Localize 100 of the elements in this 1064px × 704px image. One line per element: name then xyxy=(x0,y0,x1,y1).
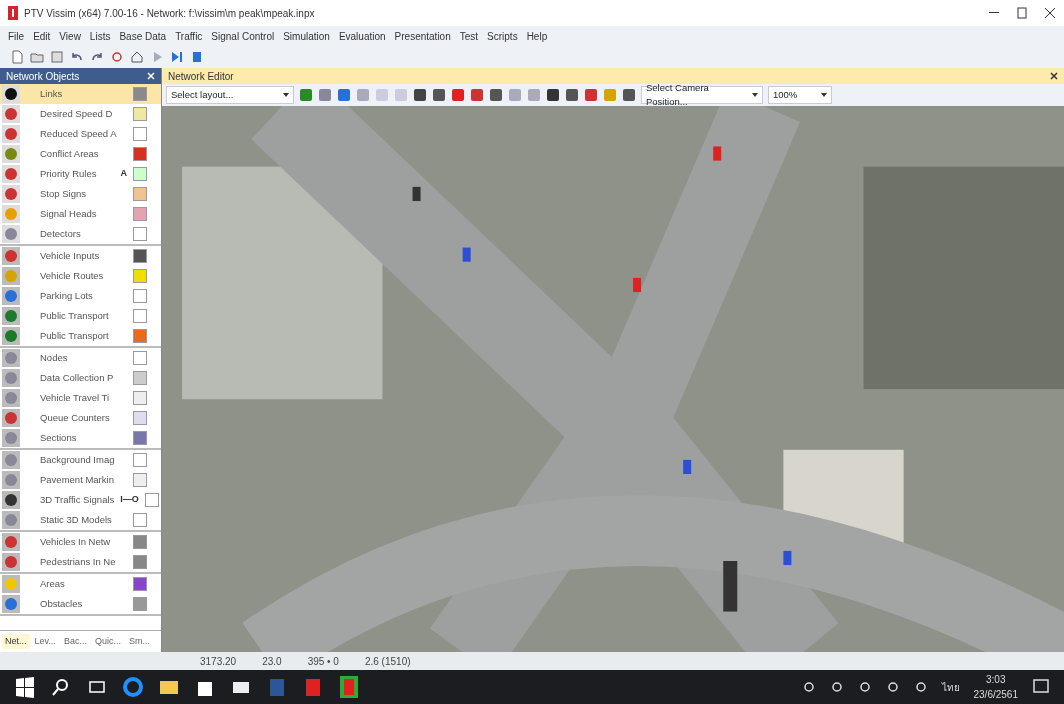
menu-item[interactable]: View xyxy=(59,28,81,44)
tool-icon[interactable] xyxy=(413,88,427,102)
browser-icon[interactable] xyxy=(122,676,144,698)
panel-tab[interactable]: Quic... xyxy=(91,633,124,650)
color-swatch[interactable] xyxy=(133,249,147,263)
object-list-item[interactable]: Parking Lots xyxy=(0,286,161,306)
object-list-item[interactable]: Pedestrians In Ne xyxy=(0,552,161,572)
object-list-item[interactable]: Areas xyxy=(0,574,161,594)
object-type-icon xyxy=(2,145,20,163)
object-list-item[interactable]: Static 3D Models xyxy=(0,510,161,530)
panel-tab[interactable]: Lev... xyxy=(31,633,59,650)
home-icon[interactable] xyxy=(130,50,144,64)
color-swatch[interactable] xyxy=(133,269,147,283)
save-icon[interactable] xyxy=(50,50,64,64)
menu-item[interactable]: Help xyxy=(526,28,548,44)
color-swatch[interactable] xyxy=(133,167,147,181)
color-swatch[interactable] xyxy=(133,309,147,323)
color-swatch[interactable] xyxy=(133,87,147,101)
color-swatch[interactable] xyxy=(144,493,159,507)
color-swatch[interactable] xyxy=(133,391,147,405)
menu-item[interactable]: Signal Control xyxy=(211,28,275,44)
clock-date[interactable]: 23/6/2561 xyxy=(973,687,1018,702)
object-list-item[interactable]: Links xyxy=(0,84,161,104)
color-swatch[interactable] xyxy=(133,513,147,527)
tool-icon[interactable] xyxy=(432,88,446,102)
color-swatch[interactable] xyxy=(133,453,147,467)
caret-icon xyxy=(283,93,289,97)
zoom-select[interactable]: 100% xyxy=(768,86,832,104)
close-icon[interactable] xyxy=(1050,72,1058,80)
menu-item[interactable]: Scripts xyxy=(487,28,518,44)
object-list-item[interactable]: Nodes xyxy=(0,348,161,368)
object-list-item[interactable]: Pavement Markin xyxy=(0,470,161,490)
color-swatch[interactable] xyxy=(133,329,147,343)
menu-item[interactable]: Test xyxy=(459,28,479,44)
object-list-item[interactable]: Vehicles In Netw xyxy=(0,532,161,552)
color-swatch[interactable] xyxy=(133,597,147,611)
object-list-item[interactable]: Desired Speed D xyxy=(0,104,161,124)
object-list-item[interactable]: Public Transport xyxy=(0,306,161,326)
close-icon[interactable] xyxy=(1044,7,1056,19)
object-list-item[interactable]: Obstacles xyxy=(0,594,161,614)
clock-time[interactable]: 3:03 xyxy=(986,672,1006,687)
tool-icon[interactable] xyxy=(622,88,636,102)
object-list-item[interactable]: Stop Signs xyxy=(0,184,161,204)
notification-icon[interactable] xyxy=(1032,678,1050,696)
color-swatch[interactable] xyxy=(133,577,147,591)
object-list-item[interactable]: Detectors xyxy=(0,224,161,244)
object-list-item[interactable]: Queue Counters xyxy=(0,408,161,428)
color-swatch[interactable] xyxy=(133,289,147,303)
refresh-icon[interactable] xyxy=(110,50,124,64)
maximize-icon[interactable] xyxy=(1016,7,1028,19)
camera-select[interactable]: Select Camera Position... xyxy=(641,86,763,104)
app-logo-icon[interactable] xyxy=(338,676,360,698)
object-list-item[interactable]: Reduced Speed A xyxy=(0,124,161,144)
panel-tab[interactable]: Bac... xyxy=(60,633,90,650)
menu-item[interactable]: Simulation xyxy=(283,28,330,44)
menu-item[interactable]: File xyxy=(8,28,25,44)
step-icon[interactable] xyxy=(170,50,184,64)
tool-icon[interactable] xyxy=(565,88,579,102)
object-list-item[interactable]: Conflict Areas xyxy=(0,144,161,164)
object-list-item[interactable]: Sections xyxy=(0,428,161,448)
object-type-icon xyxy=(2,287,20,305)
new-file-icon[interactable] xyxy=(10,50,24,64)
stop-icon[interactable] xyxy=(190,50,204,64)
object-list-item[interactable]: Background Imag xyxy=(0,450,161,470)
color-swatch[interactable] xyxy=(133,473,147,487)
menu-item[interactable]: Traffic xyxy=(175,28,203,44)
menu-item[interactable]: Base Data xyxy=(119,28,167,44)
color-swatch[interactable] xyxy=(133,187,147,201)
menu-item[interactable]: Evaluation xyxy=(338,28,386,44)
color-swatch[interactable] xyxy=(133,207,147,221)
language-indicator[interactable]: ไทย xyxy=(941,679,960,695)
tool-icon[interactable] xyxy=(546,88,560,102)
color-swatch[interactable] xyxy=(133,431,147,445)
object-list-item[interactable]: Signal Heads xyxy=(0,204,161,224)
panel-tab[interactable]: Net... xyxy=(2,633,30,650)
color-swatch[interactable] xyxy=(133,411,147,425)
object-list-item[interactable]: Vehicle Inputs xyxy=(0,246,161,266)
object-list-item[interactable]: Public Transport xyxy=(0,326,161,346)
color-swatch[interactable] xyxy=(133,351,147,365)
color-swatch[interactable] xyxy=(133,535,147,549)
start-icon[interactable] xyxy=(14,676,36,698)
color-swatch[interactable] xyxy=(133,127,147,141)
color-swatch[interactable] xyxy=(133,371,147,385)
panel-tab[interactable]: Sm... xyxy=(125,633,153,650)
object-list-item[interactable]: 3D Traffic Signals I—O xyxy=(0,490,161,510)
caret-icon xyxy=(752,93,758,97)
color-swatch[interactable] xyxy=(133,555,147,569)
color-swatch[interactable] xyxy=(133,147,147,161)
tool-icon[interactable] xyxy=(489,88,503,102)
menu-item[interactable]: Lists xyxy=(89,28,111,44)
menu-item[interactable]: Edit xyxy=(33,28,51,44)
layout-select[interactable]: Select layout... xyxy=(166,86,294,104)
open-folder-icon[interactable] xyxy=(30,50,44,64)
color-swatch[interactable] xyxy=(133,107,147,121)
object-list-item[interactable]: Priority Rules A xyxy=(0,164,161,184)
object-list-item[interactable]: Data Collection P xyxy=(0,368,161,388)
object-list-item[interactable]: Vehicle Routes xyxy=(0,266,161,286)
color-swatch[interactable] xyxy=(133,227,147,241)
object-list-item[interactable]: Vehicle Travel Ti xyxy=(0,388,161,408)
menu-item[interactable]: Presentation xyxy=(394,28,451,44)
